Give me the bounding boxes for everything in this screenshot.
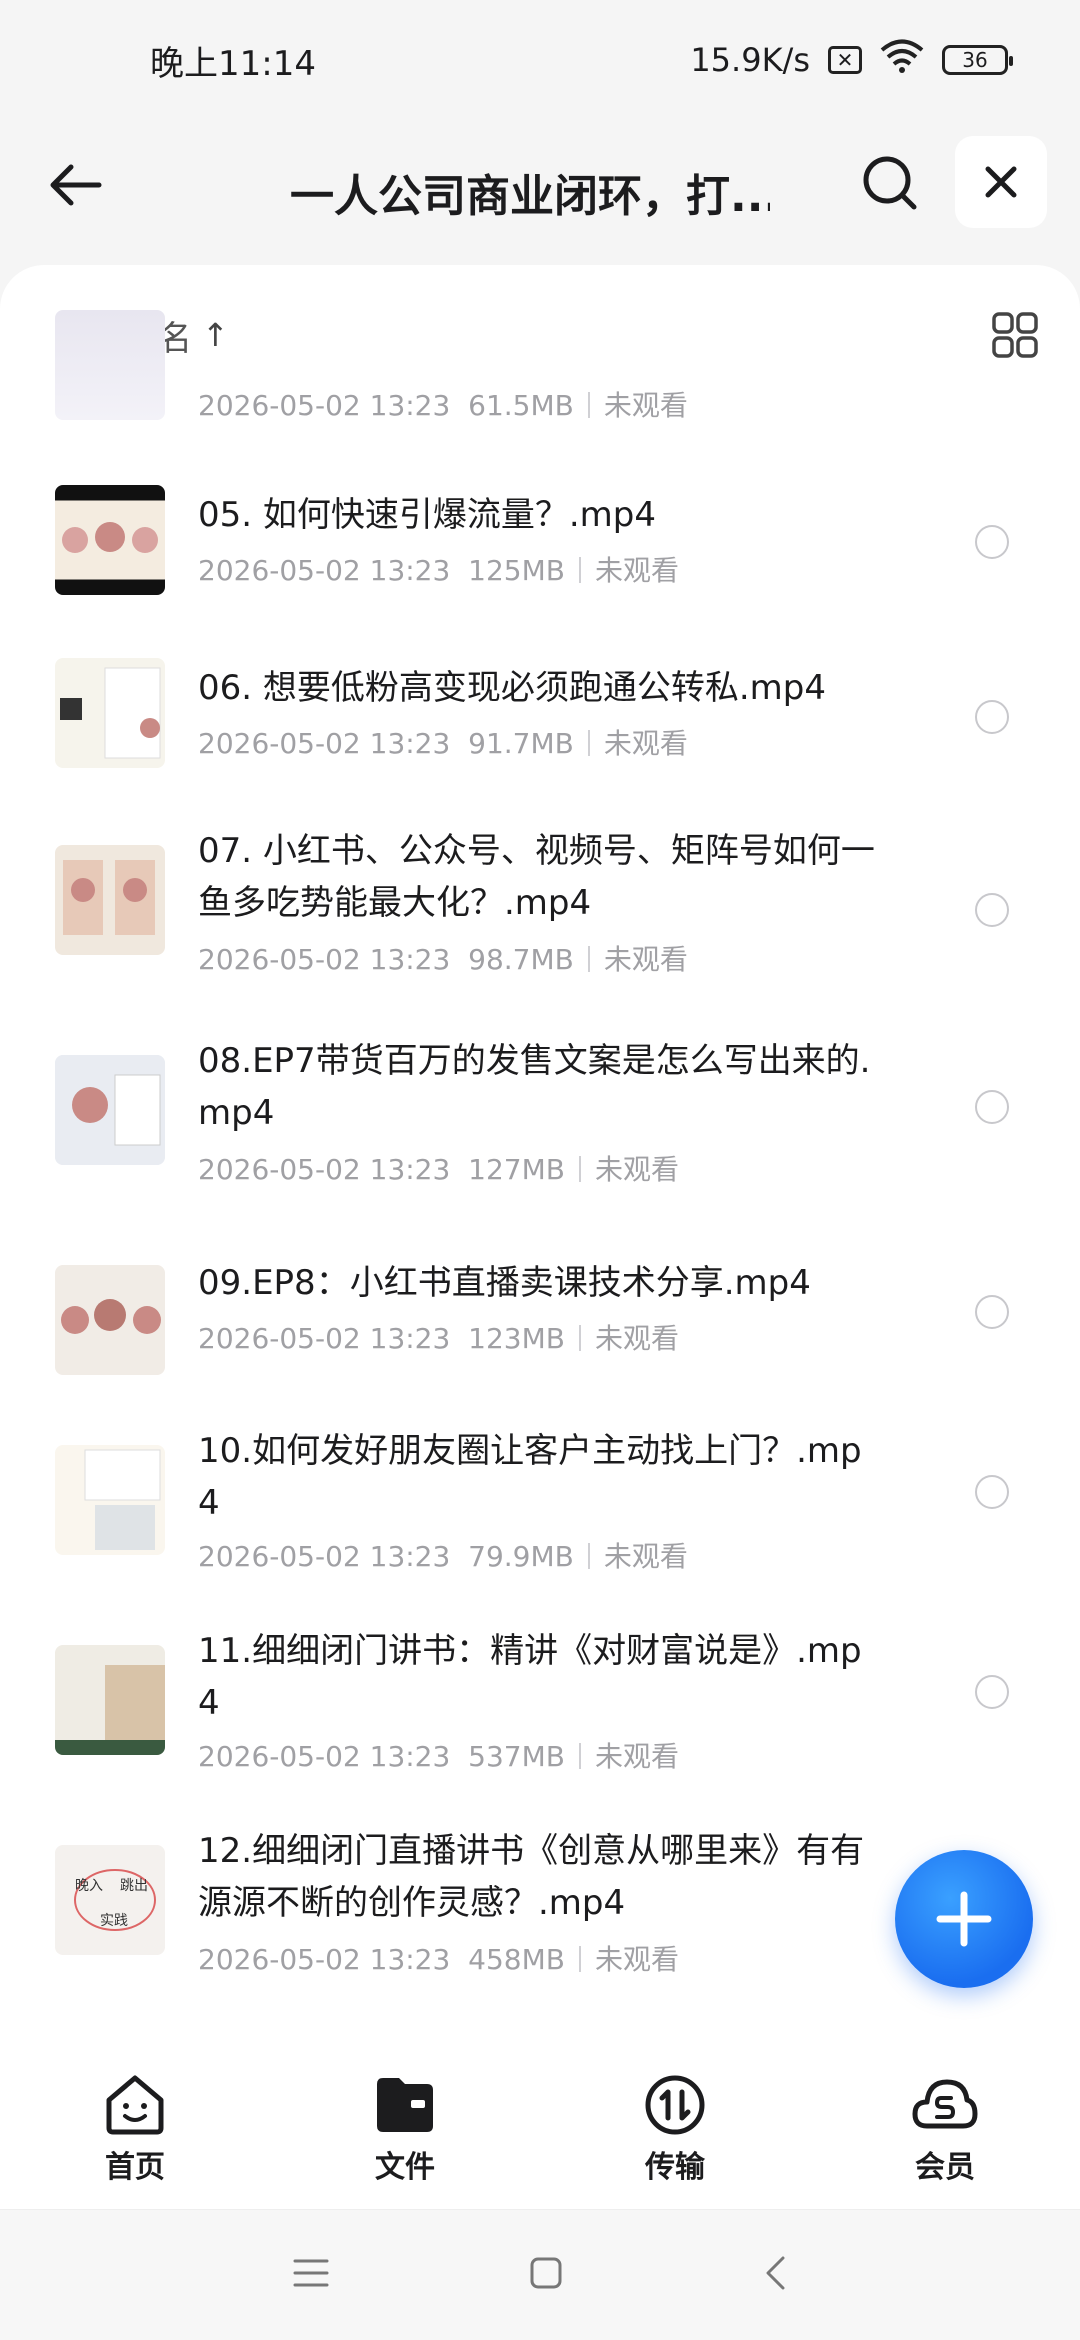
nav-member-label: 会员 — [915, 2149, 975, 2185]
status-time: 晚上11:14 — [150, 43, 316, 84]
file-name: 08.EP7带货百万的发售文案是怎么写出来的.mp4 — [198, 1041, 871, 1133]
file-meta: 2026-05-02 13:23 123MB 未观看 — [198, 1322, 679, 1355]
file-list-panel: 按文件名 ↑ 2026-05-02 13:23 61.5MB未观看 05. 如何… — [0, 265, 1080, 2050]
close-icon — [985, 166, 1017, 198]
header: 一人公司商业闭环，打... — [0, 120, 1080, 250]
status-indicators: 15.9K/s ✕ 36 — [690, 39, 1013, 82]
file-row[interactable]: 10.如何发好朋友圈让客户主动找上门？.mp4 2026-05-02 13:23… — [0, 1425, 1080, 1625]
file-name: 11.细细闭门讲书：精讲《对财富说是》.mp4 — [198, 1631, 862, 1723]
sort-bar: 按文件名 ↑ — [56, 305, 1040, 365]
nav-transfer[interactable]: 传输 — [575, 2074, 775, 2186]
select-radio[interactable] — [975, 525, 1009, 559]
menu-icon[interactable] — [293, 2257, 329, 2293]
video-thumbnail — [55, 845, 165, 955]
svg-text:跳出: 跳出 — [120, 1878, 148, 1894]
file-row[interactable]: 07. 小红书、公众号、视频号、矩阵号如何一鱼多吃势能最大化？.mp4 2026… — [0, 825, 1080, 1035]
file-name: 12.细细闭门直播讲书《创意从哪里来》有有源源不断的创作灵感？.mp4 — [198, 1831, 865, 1923]
file-name: 09.EP8：小红书直播卖课技术分享.mp4 — [198, 1263, 811, 1303]
select-radio[interactable] — [975, 700, 1009, 734]
home-face-icon — [106, 2075, 164, 2134]
file-meta: 2026-05-02 13:23 125MB 未观看 — [198, 554, 679, 587]
nav-transfer-label: 传输 — [645, 2149, 705, 2185]
back-arrow-icon[interactable] — [40, 150, 110, 220]
file-row[interactable]: 05. 如何快速引爆流量？.mp4 2026-05-02 13:23 125MB… — [0, 475, 1080, 645]
select-radio[interactable] — [975, 1675, 1009, 1709]
file-name: 05. 如何快速引爆流量？.mp4 — [198, 495, 657, 535]
file-meta: 2026-05-02 13:23 537MB 未观看 — [198, 1740, 679, 1773]
folder-icon — [377, 2077, 433, 2132]
transfer-icon — [645, 2075, 705, 2134]
nav-home-label: 首页 — [105, 2149, 165, 2185]
member-cloud-icon — [912, 2079, 978, 2128]
system-nav-bar — [0, 2210, 1080, 2340]
file-name: 07. 小红书、公众号、视频号、矩阵号如何一鱼多吃势能最大化？.mp4 — [198, 831, 875, 923]
video-thumbnail — [55, 1445, 165, 1555]
file-meta: 2026-05-02 13:23 98.7MB 未观看 — [198, 943, 688, 976]
nav-member[interactable]: 会员 — [845, 2074, 1045, 2186]
video-thumbnail — [55, 485, 165, 595]
status-bar: 晚上11:14 15.9K/s ✕ 36 — [0, 0, 1080, 120]
bottom-nav: 首页 文件 传输 会员 — [0, 2050, 1080, 2210]
file-name: 06. 想要低粉高变现必须跑通公转私.mp4 — [198, 668, 827, 708]
wifi-icon — [880, 39, 924, 82]
nav-files[interactable]: 文件 — [305, 2074, 505, 2186]
grid-view-icon[interactable] — [990, 310, 1040, 360]
file-meta: 2026-05-02 13:23 79.9MB 未观看 — [198, 1540, 688, 1573]
video-thumbnail — [55, 1055, 165, 1165]
file-row[interactable]: 06. 想要低粉高变现必须跑通公转私.mp4 2026-05-02 13:23 … — [0, 650, 1080, 820]
sim-x-icon: ✕ — [828, 46, 862, 74]
battery-icon: 36 — [942, 45, 1013, 75]
file-meta: 2026-05-02 13:23 127MB 未观看 — [198, 1153, 679, 1186]
sort-arrow-icon: ↑ — [202, 316, 229, 354]
add-button[interactable] — [895, 1850, 1033, 1988]
select-radio[interactable] — [975, 1475, 1009, 1509]
file-name: 10.如何发好朋友圈让客户主动找上门？.mp4 — [198, 1431, 862, 1523]
file-meta: 2026-05-02 13:23 458MB 未观看 — [198, 1943, 679, 1976]
video-thumbnail — [55, 1265, 165, 1375]
file-meta: 2026-05-02 13:23 61.5MB 未观看 — [198, 389, 688, 422]
file-row[interactable]: 08.EP7带货百万的发售文案是怎么写出来的.mp4 2026-05-02 13… — [0, 1035, 1080, 1245]
video-thumbnail — [55, 1645, 165, 1755]
back-chevron-icon[interactable] — [763, 2255, 787, 2295]
video-thumbnail — [55, 310, 165, 420]
nav-home[interactable]: 首页 — [35, 2074, 235, 2186]
select-radio[interactable] — [975, 1090, 1009, 1124]
svg-text:实践: 实践 — [100, 1913, 128, 1929]
search-icon[interactable] — [855, 148, 925, 218]
file-row[interactable]: 11.细细闭门讲书：精讲《对财富说是》.mp4 2026-05-02 13:23… — [0, 1625, 1080, 1825]
file-row[interactable]: 2026-05-02 13:23 61.5MB 未观看 — [0, 310, 1080, 430]
file-meta: 2026-05-02 13:23 91.7MB 未观看 — [198, 727, 688, 760]
close-button[interactable] — [955, 136, 1047, 228]
page-title: 一人公司商业闭环，打... — [290, 171, 770, 222]
home-square-icon[interactable] — [529, 2256, 563, 2294]
select-radio[interactable] — [975, 1295, 1009, 1329]
file-row[interactable]: 09.EP8：小红书直播卖课技术分享.mp4 2026-05-02 13:23 … — [0, 1245, 1080, 1425]
plus-icon — [936, 1891, 992, 1947]
net-speed: 15.9K/s — [690, 41, 810, 79]
select-radio[interactable] — [975, 893, 1009, 927]
svg-text:晚入: 晚入 — [75, 1878, 103, 1894]
video-thumbnail — [55, 658, 165, 768]
video-thumbnail: 晚入 跳出实践 — [55, 1845, 165, 1955]
nav-files-label: 文件 — [375, 2149, 435, 2185]
